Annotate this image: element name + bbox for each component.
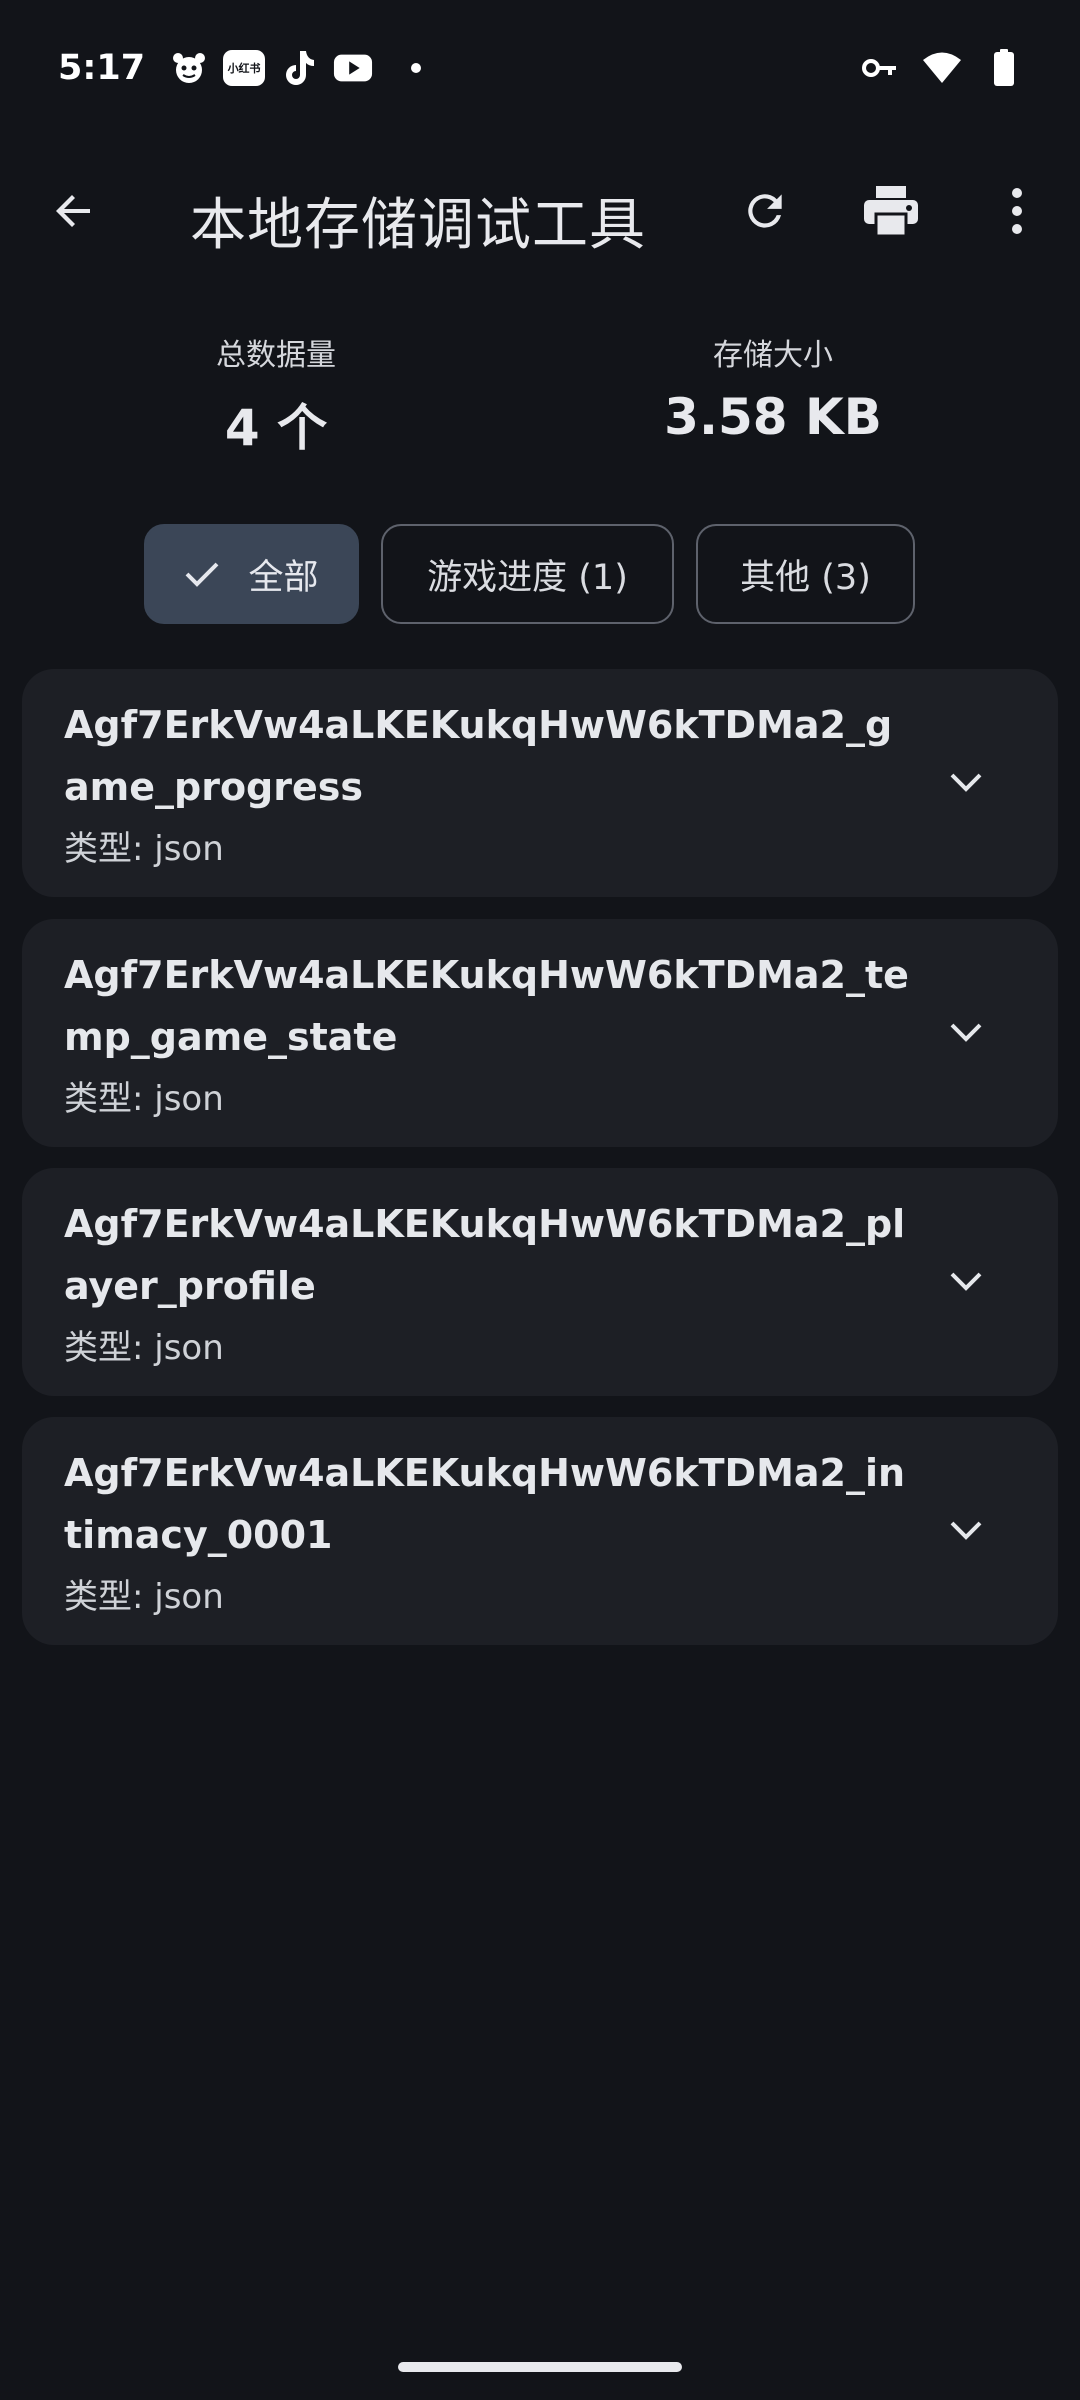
storage-size-stat: 存储大小 3.58 KB — [593, 330, 953, 446]
more-vert-icon — [1012, 188, 1022, 234]
chevron-down-icon — [950, 1023, 982, 1042]
battery-icon — [984, 48, 1024, 88]
expand-button[interactable] — [922, 989, 1010, 1077]
youtube-icon — [333, 48, 373, 88]
filter-chip-all[interactable]: 全部 — [144, 524, 359, 624]
chevron-down-icon — [950, 1272, 982, 1291]
home-indicator[interactable] — [398, 2362, 682, 2372]
storage-item-card[interactable]: Agf7ErkVw4aLKEKukqHwW6kTDMa2_player_prof… — [22, 1168, 1058, 1396]
storage-item-key: Agf7ErkVw4aLKEKukqHwW6kTDMa2_intimacy_00… — [64, 1451, 906, 1557]
storage-item-key: Agf7ErkVw4aLKEKukqHwW6kTDMa2_temp_game_s… — [64, 953, 909, 1059]
status-left: 5:17 小红书 — [58, 48, 422, 88]
storage-item-card[interactable]: Agf7ErkVw4aLKEKukqHwW6kTDMa2_game_progre… — [22, 669, 1058, 897]
chevron-down-icon — [950, 1521, 982, 1540]
mascot-icon — [169, 48, 209, 88]
storage-item-card[interactable]: Agf7ErkVw4aLKEKukqHwW6kTDMa2_temp_game_s… — [22, 919, 1058, 1147]
chevron-down-icon — [950, 773, 982, 792]
storage-item-key: Agf7ErkVw4aLKEKukqHwW6kTDMa2_game_progre… — [64, 703, 893, 809]
expand-button[interactable] — [922, 1238, 1010, 1326]
total-count-value: 4 个 — [224, 399, 328, 457]
storage-stats: 总数据量 4 个 存储大小 3.58 KB — [0, 330, 1080, 457]
filter-chip-other[interactable]: 其他 (3) — [696, 524, 915, 624]
filter-chips: 全部 游戏进度 (1) 其他 (3) — [0, 524, 1080, 624]
storage-item-type: 类型: json — [64, 1577, 224, 1617]
print-icon — [864, 186, 918, 238]
total-count-stat: 总数据量 4 个 — [96, 330, 456, 460]
status-right — [860, 48, 1024, 88]
back-button[interactable] — [30, 167, 118, 255]
xiaohongshu-icon: 小红书 — [223, 50, 266, 86]
filter-chip-other-label: 其他 (3) — [740, 557, 871, 598]
expand-button[interactable] — [922, 1487, 1010, 1575]
status-time: 5:17 — [58, 48, 146, 88]
app-bar: 本地存储调试工具 — [0, 156, 1080, 266]
storage-size-label: 存储大小 — [713, 338, 833, 373]
filter-chip-all-label: 全部 — [248, 557, 319, 598]
notification-dot-icon — [411, 63, 422, 73]
storage-size-value: 3.58 KB — [664, 388, 882, 446]
expand-button[interactable] — [922, 739, 1010, 827]
page-title: 本地存储调试工具 — [190, 193, 646, 258]
storage-item-card[interactable]: Agf7ErkVw4aLKEKukqHwW6kTDMa2_intimacy_00… — [22, 1417, 1058, 1645]
back-arrow-icon — [56, 195, 90, 227]
total-count-label: 总数据量 — [216, 338, 336, 373]
storage-item-type: 类型: json — [64, 1079, 224, 1119]
tiktok-icon — [279, 48, 319, 88]
storage-item-key: Agf7ErkVw4aLKEKukqHwW6kTDMa2_player_prof… — [64, 1202, 906, 1308]
more-options-button[interactable] — [973, 167, 1061, 255]
check-icon — [184, 560, 220, 588]
refresh-button[interactable] — [721, 167, 809, 255]
print-button[interactable] — [847, 167, 935, 255]
filter-chip-game-progress-label: 游戏进度 (1) — [427, 557, 628, 598]
filter-chip-game-progress[interactable]: 游戏进度 (1) — [381, 524, 674, 624]
wifi-icon — [922, 48, 962, 88]
screen: 5:17 小红书 本地存储调试工具 总数据量 4 个 存储大小 3.58 KB … — [0, 0, 1080, 2400]
status-bar: 5:17 小红书 — [0, 0, 1080, 136]
refresh-icon — [748, 194, 782, 228]
storage-item-type: 类型: json — [64, 829, 224, 869]
vpn-key-icon — [860, 48, 900, 88]
storage-item-type: 类型: json — [64, 1328, 224, 1368]
